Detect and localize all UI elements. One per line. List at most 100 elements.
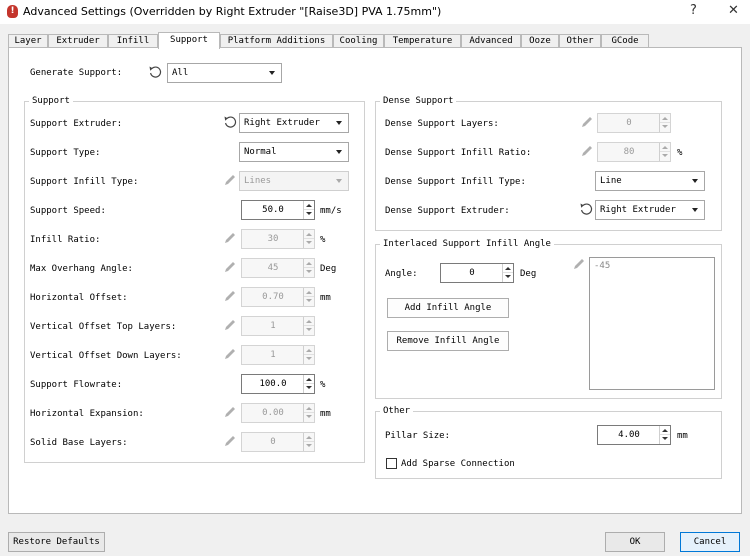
pillar-size-stepper[interactable]: 4.00 (597, 425, 671, 445)
pencil-icon (225, 436, 235, 446)
list-item[interactable]: -45 (594, 261, 610, 271)
chevron-down-icon (692, 179, 698, 183)
window-title: Advanced Settings (Overridden by Right E… (23, 5, 442, 18)
support-flowrate-stepper[interactable]: 100.0 (241, 374, 315, 394)
chevron-down-icon (336, 150, 342, 154)
arrow-up-icon[interactable] (306, 436, 312, 439)
infill-angle-list[interactable]: -45 (589, 257, 715, 390)
support-group-title: Support (29, 95, 73, 107)
vertical-offset-top-stepper[interactable]: 1 (241, 316, 315, 336)
arrow-up-icon[interactable] (306, 204, 312, 207)
generate-support-label: Generate Support: (30, 68, 123, 78)
support-extruder-value: Right Extruder (244, 118, 320, 128)
horizontal-offset-stepper[interactable]: 0.70 (241, 287, 315, 307)
sparse-connection-checkbox[interactable] (386, 458, 397, 469)
dense-layers-label: Dense Support Layers: (385, 119, 499, 129)
angle-stepper[interactable]: 0 (440, 263, 514, 283)
dense-layers-stepper[interactable]: 0 (597, 113, 671, 133)
arrow-up-icon[interactable] (662, 429, 668, 432)
reset-icon[interactable] (148, 65, 162, 79)
dense-infill-ratio-stepper[interactable]: 80 (597, 142, 671, 162)
arrow-down-icon[interactable] (306, 357, 312, 360)
add-infill-angle-button[interactable]: Add Infill Angle (387, 298, 509, 318)
chevron-down-icon (336, 179, 342, 183)
arrow-up-icon[interactable] (306, 349, 312, 352)
arrow-down-icon[interactable] (306, 241, 312, 244)
support-flowrate-unit: % (320, 380, 326, 390)
help-button[interactable]: ? (690, 3, 697, 18)
interlaced-group-title: Interlaced Support Infill Angle (380, 238, 554, 250)
vertical-offset-down-label: Vertical Offset Down Layers: (30, 351, 182, 361)
support-type-select[interactable]: Normal (239, 142, 349, 162)
dense-layers-value: 0 (626, 118, 632, 128)
arrow-down-icon[interactable] (662, 125, 668, 128)
pencil-icon (574, 259, 584, 269)
arrow-down-icon[interactable] (306, 444, 312, 447)
dense-extruder-label: Dense Support Extruder: (385, 206, 510, 216)
other-group-title: Other (380, 405, 414, 417)
horizontal-expansion-unit: mm (320, 409, 331, 419)
arrow-down-icon[interactable] (306, 212, 312, 215)
dense-infill-type-label: Dense Support Infill Type: (385, 177, 526, 187)
horizontal-expansion-stepper[interactable]: 0.00 (241, 403, 315, 423)
restore-defaults-button[interactable]: Restore Defaults (8, 532, 105, 552)
warning-icon: ! (7, 5, 18, 18)
generate-support-select[interactable]: All (167, 63, 282, 83)
sparse-connection-label: Add Sparse Connection (401, 459, 515, 469)
pencil-icon (225, 233, 235, 243)
support-extruder-label: Support Extruder: (30, 119, 123, 129)
pencil-icon (225, 349, 235, 359)
vertical-offset-top-value: 1 (270, 321, 276, 331)
arrow-up-icon[interactable] (306, 291, 312, 294)
ok-button[interactable]: OK (605, 532, 665, 552)
dense-infill-type-value: Line (600, 176, 622, 186)
pencil-icon (225, 175, 235, 185)
arrow-down-icon[interactable] (505, 275, 511, 278)
solid-base-layers-label: Solid Base Layers: (30, 438, 128, 448)
support-speed-stepper[interactable]: 50.0 (241, 200, 315, 220)
arrow-down-icon[interactable] (306, 415, 312, 418)
reset-icon[interactable] (223, 115, 237, 129)
close-button[interactable]: ✕ (728, 3, 739, 18)
solid-base-layers-value: 0 (270, 437, 276, 447)
support-flowrate-label: Support Flowrate: (30, 380, 123, 390)
max-overhang-stepper[interactable]: 45 (241, 258, 315, 278)
arrow-up-icon[interactable] (662, 117, 668, 120)
support-speed-unit: mm/s (320, 206, 342, 216)
arrow-down-icon[interactable] (662, 437, 668, 440)
arrow-down-icon[interactable] (306, 386, 312, 389)
vertical-offset-down-stepper[interactable]: 1 (241, 345, 315, 365)
arrow-down-icon[interactable] (662, 154, 668, 157)
arrow-down-icon[interactable] (306, 299, 312, 302)
arrow-up-icon[interactable] (306, 407, 312, 410)
solid-base-layers-stepper[interactable]: 0 (241, 432, 315, 452)
angle-value: 0 (469, 268, 475, 278)
tab-support[interactable]: Support (158, 32, 220, 49)
support-speed-value: 50.0 (262, 205, 284, 215)
arrow-up-icon[interactable] (505, 267, 511, 270)
pencil-icon (582, 117, 592, 127)
pencil-icon (225, 262, 235, 272)
arrow-up-icon[interactable] (662, 146, 668, 149)
reset-icon[interactable] (579, 202, 593, 216)
dense-extruder-value: Right Extruder (600, 205, 676, 215)
pencil-icon (582, 146, 592, 156)
arrow-up-icon[interactable] (306, 262, 312, 265)
dense-support-group-title: Dense Support (380, 95, 457, 107)
arrow-down-icon[interactable] (306, 328, 312, 331)
arrow-up-icon[interactable] (306, 233, 312, 236)
support-infill-type-select[interactable]: Lines (239, 171, 349, 191)
dense-infill-type-select[interactable]: Line (595, 171, 705, 191)
support-flowrate-value: 100.0 (259, 379, 287, 389)
dense-extruder-select[interactable]: Right Extruder (595, 200, 705, 220)
arrow-down-icon[interactable] (306, 270, 312, 273)
dense-infill-ratio-label: Dense Support Infill Ratio: (385, 148, 532, 158)
infill-ratio-stepper[interactable]: 30 (241, 229, 315, 249)
pencil-icon (225, 291, 235, 301)
arrow-up-icon[interactable] (306, 320, 312, 323)
cancel-button[interactable]: Cancel (680, 532, 740, 552)
support-extruder-select[interactable]: Right Extruder (239, 113, 349, 133)
remove-infill-angle-button[interactable]: Remove Infill Angle (387, 331, 509, 351)
pencil-icon (225, 407, 235, 417)
arrow-up-icon[interactable] (306, 378, 312, 381)
